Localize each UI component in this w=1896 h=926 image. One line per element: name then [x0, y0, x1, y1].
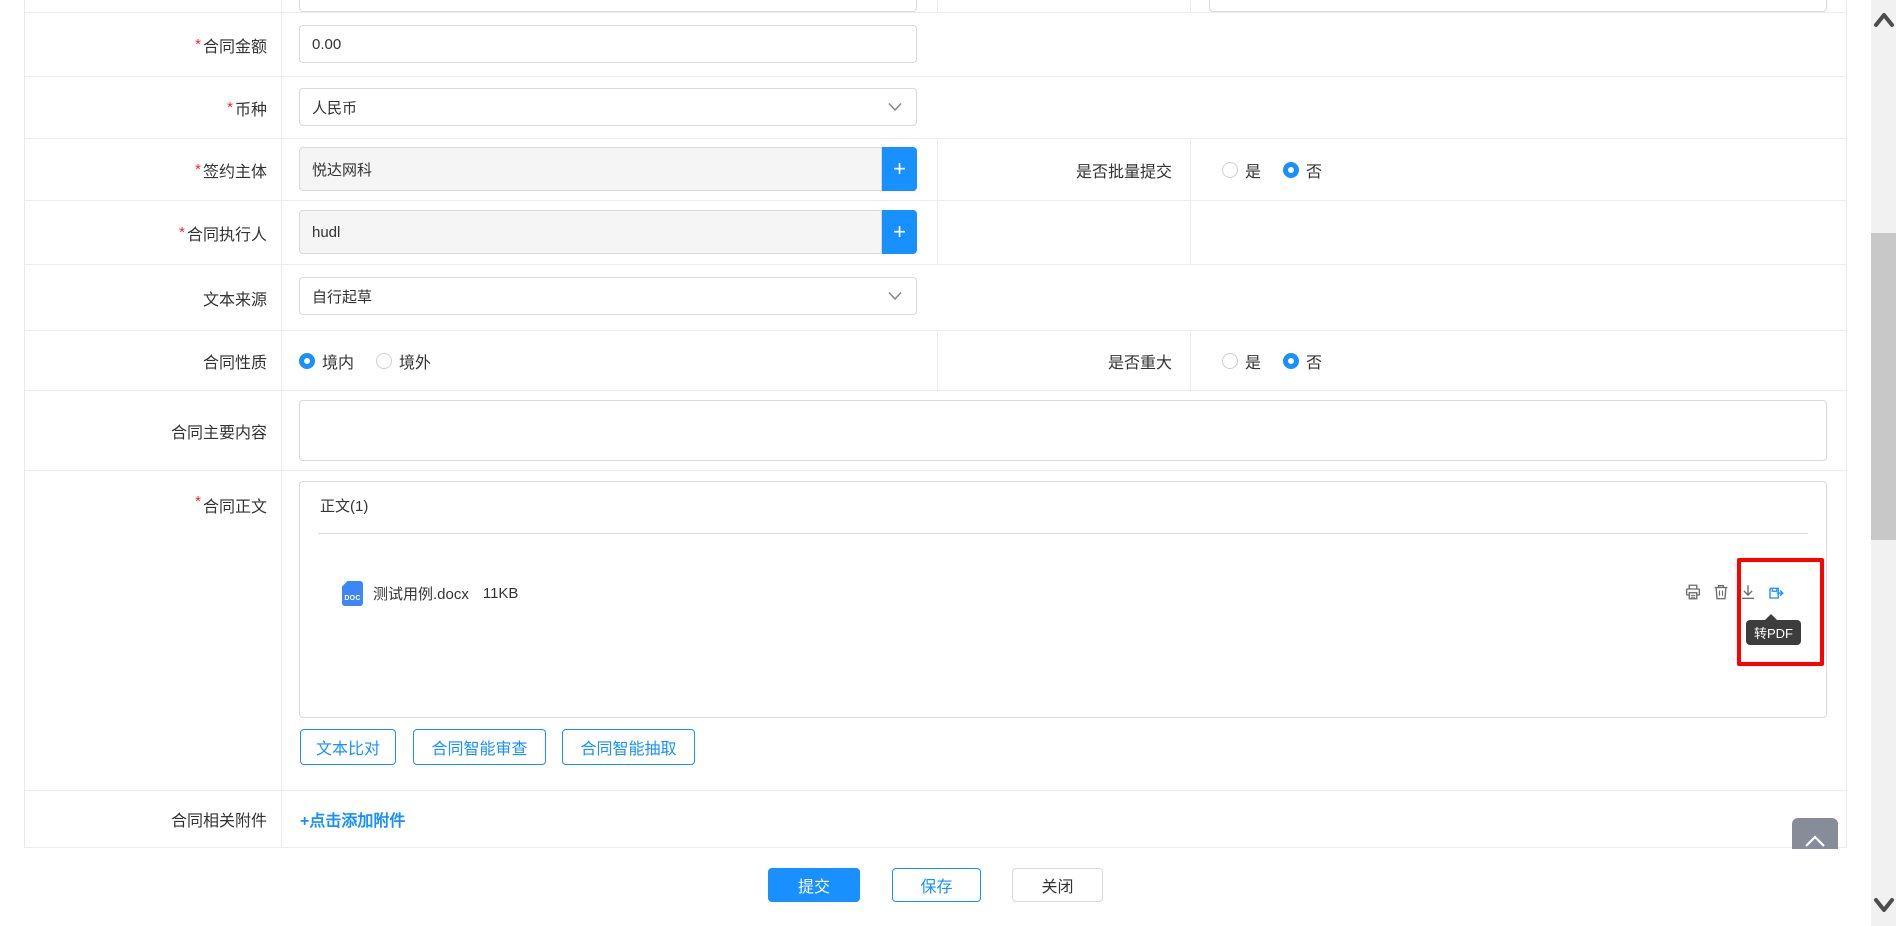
- summary-label: 合同主要内容: [25, 391, 281, 470]
- executor-label: * 合同执行人: [25, 201, 281, 264]
- form-row-amount: * 合同金额 0.00: [25, 13, 1846, 77]
- highlight-box: [1737, 558, 1824, 666]
- plus-icon: +: [893, 156, 906, 182]
- file-entry[interactable]: DOC 测试用例.docx 11KB: [342, 581, 518, 606]
- contract-form-page: * 合同金额 0.00 * 币种 人民币 * 签约主体: [0, 0, 1896, 926]
- smart-extract-button[interactable]: 合同智能抽取: [562, 729, 695, 765]
- vertical-scrollbar[interactable]: [1871, 0, 1896, 926]
- batch-submit-radio-group: 是 否: [1222, 139, 1336, 200]
- file-name: 测试用例.docx: [373, 583, 469, 604]
- nature-radio-group: 境内 境外: [299, 331, 445, 390]
- major-no-radio[interactable]: 否: [1283, 349, 1322, 373]
- divider: [318, 533, 1808, 534]
- amount-input[interactable]: 0.00: [299, 25, 917, 63]
- form-row-executor: * 合同执行人 hudl +: [25, 201, 1846, 265]
- nature-domestic-radio[interactable]: 境内: [299, 349, 354, 373]
- back-to-top-button[interactable]: [1792, 818, 1838, 849]
- form-row-source: 文本来源 自行起草: [25, 265, 1846, 331]
- form-row-body: * 合同正文 正文(1) DOC 测试用例.docx 11KB: [25, 471, 1846, 791]
- scrollbar-thumb[interactable]: [1871, 233, 1896, 540]
- scrollbar-down-arrow[interactable]: [1871, 890, 1896, 920]
- radio-unchecked-icon: [376, 353, 392, 369]
- batch-yes-radio[interactable]: 是: [1222, 158, 1261, 182]
- entity-input[interactable]: 悦达网科: [299, 147, 882, 191]
- body-label: * 合同正文: [25, 471, 281, 790]
- close-button[interactable]: 关闭: [1012, 868, 1103, 902]
- convert-to-pdf-icon[interactable]: [1767, 583, 1785, 601]
- nature-overseas-radio[interactable]: 境外: [376, 349, 431, 373]
- column-divider: [1190, 139, 1191, 200]
- column-divider: [937, 201, 938, 264]
- column-divider: [1190, 331, 1191, 390]
- column-divider: [937, 0, 938, 12]
- convert-pdf-tooltip: 转PDF: [1746, 620, 1801, 645]
- radio-unchecked-icon: [1222, 162, 1238, 178]
- chevron-up-icon: [1873, 11, 1895, 29]
- batch-no-radio[interactable]: 否: [1283, 158, 1322, 182]
- chevron-up-icon: [1802, 833, 1828, 849]
- form-row-currency: * 币种 人民币: [25, 77, 1846, 139]
- entity-add-button[interactable]: +: [882, 147, 917, 191]
- executor-add-button[interactable]: +: [882, 210, 917, 254]
- printer-icon[interactable]: [1684, 583, 1702, 601]
- major-radio-group: 是 否: [1222, 331, 1336, 390]
- batch-submit-label: 是否批量提交: [937, 139, 1190, 200]
- required-marker: *: [179, 224, 185, 241]
- radio-unchecked-icon: [1222, 353, 1238, 369]
- contract-body-panel: 正文(1) DOC 测试用例.docx 11KB: [299, 481, 1827, 718]
- text-compare-button[interactable]: 文本比对: [300, 729, 396, 765]
- contract-form: * 合同金额 0.00 * 币种 人民币 * 签约主体: [24, 0, 1847, 848]
- amount-label: * 合同金额: [25, 13, 281, 76]
- form-row-nature: 合同性质 境内 境外 是否重大 是: [25, 331, 1846, 391]
- smart-review-button[interactable]: 合同智能审查: [413, 729, 546, 765]
- add-attachment-link[interactable]: +点击添加附件: [300, 791, 405, 847]
- form-row-summary: 合同主要内容: [25, 391, 1846, 471]
- submit-button[interactable]: 提交: [768, 868, 860, 902]
- form-row-entity: * 签约主体 悦达网科 + 是否批量提交 是 否: [25, 139, 1846, 201]
- scrollbar-up-arrow[interactable]: [1871, 5, 1896, 35]
- summary-textarea[interactable]: [299, 400, 1827, 461]
- source-select[interactable]: 自行起草: [299, 277, 917, 315]
- currency-label: * 币种: [25, 77, 281, 138]
- major-yes-radio[interactable]: 是: [1222, 349, 1261, 373]
- form-row-attachments: 合同相关附件 +点击添加附件: [25, 791, 1846, 848]
- column-divider: [1190, 0, 1191, 12]
- plus-icon: +: [893, 219, 906, 245]
- required-marker: *: [227, 99, 233, 116]
- nature-label: 合同性质: [25, 331, 281, 390]
- clipped-input-right[interactable]: [1209, 0, 1827, 12]
- radio-checked-icon: [1283, 353, 1299, 369]
- file-size: 11KB: [483, 585, 519, 602]
- body-tab-label: 正文(1): [320, 495, 368, 516]
- trash-icon[interactable]: [1712, 583, 1730, 601]
- download-icon[interactable]: [1739, 583, 1757, 601]
- entity-label: * 签约主体: [25, 139, 281, 200]
- required-marker: *: [195, 493, 201, 510]
- currency-select[interactable]: 人民币: [299, 88, 917, 126]
- chevron-down-icon: [888, 292, 902, 301]
- clipped-input-left[interactable]: [299, 0, 917, 12]
- executor-input[interactable]: hudl: [299, 210, 882, 254]
- form-row-clipped: [25, 0, 1846, 13]
- doc-file-icon: DOC: [342, 581, 363, 606]
- radio-checked-icon: [1283, 162, 1299, 178]
- save-button[interactable]: 保存: [892, 868, 981, 902]
- chevron-down-icon: [888, 103, 902, 112]
- chevron-down-icon: [1873, 896, 1895, 914]
- attachments-label: 合同相关附件: [25, 791, 281, 847]
- major-label: 是否重大: [937, 331, 1190, 390]
- column-divider: [1190, 201, 1191, 264]
- required-marker: *: [195, 161, 201, 178]
- tooltip-arrow: [1764, 614, 1778, 621]
- required-marker: *: [195, 36, 201, 53]
- radio-checked-icon: [299, 353, 315, 369]
- label-column-divider: [281, 0, 282, 848]
- source-label: 文本来源: [25, 265, 281, 330]
